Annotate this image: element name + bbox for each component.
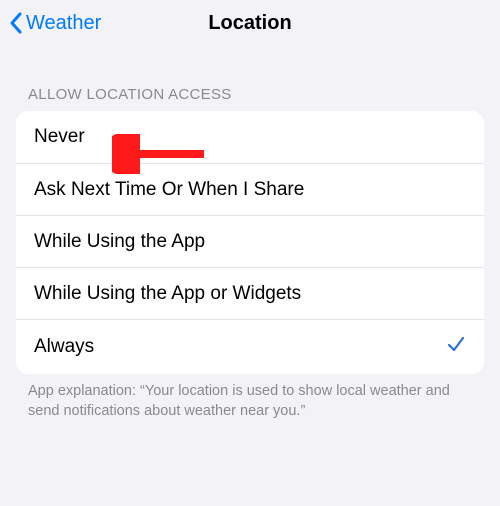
- section-header: ALLOW LOCATION ACCESS: [0, 46, 500, 111]
- back-button[interactable]: Weather: [8, 0, 101, 46]
- back-label: Weather: [26, 12, 101, 35]
- checkmark-icon: [446, 334, 466, 360]
- option-always[interactable]: Always: [16, 319, 484, 374]
- option-label: While Using the App or Widgets: [34, 283, 301, 305]
- page-title: Location: [208, 12, 291, 35]
- option-label: Never: [34, 126, 85, 148]
- chevron-left-icon: [8, 11, 24, 35]
- options-card: Never Ask Next Time Or When I Share Whil…: [16, 111, 484, 374]
- option-ask-next-time[interactable]: Ask Next Time Or When I Share: [16, 163, 484, 215]
- footer-explanation: App explanation: “Your location is used …: [0, 374, 500, 421]
- option-label: Ask Next Time Or When I Share: [34, 179, 304, 201]
- option-never[interactable]: Never: [16, 111, 484, 163]
- option-while-using-app-or-widgets[interactable]: While Using the App or Widgets: [16, 267, 484, 319]
- option-label: While Using the App: [34, 231, 205, 253]
- option-while-using-app[interactable]: While Using the App: [16, 215, 484, 267]
- option-label: Always: [34, 336, 94, 358]
- navigation-bar: Weather Location: [0, 0, 500, 46]
